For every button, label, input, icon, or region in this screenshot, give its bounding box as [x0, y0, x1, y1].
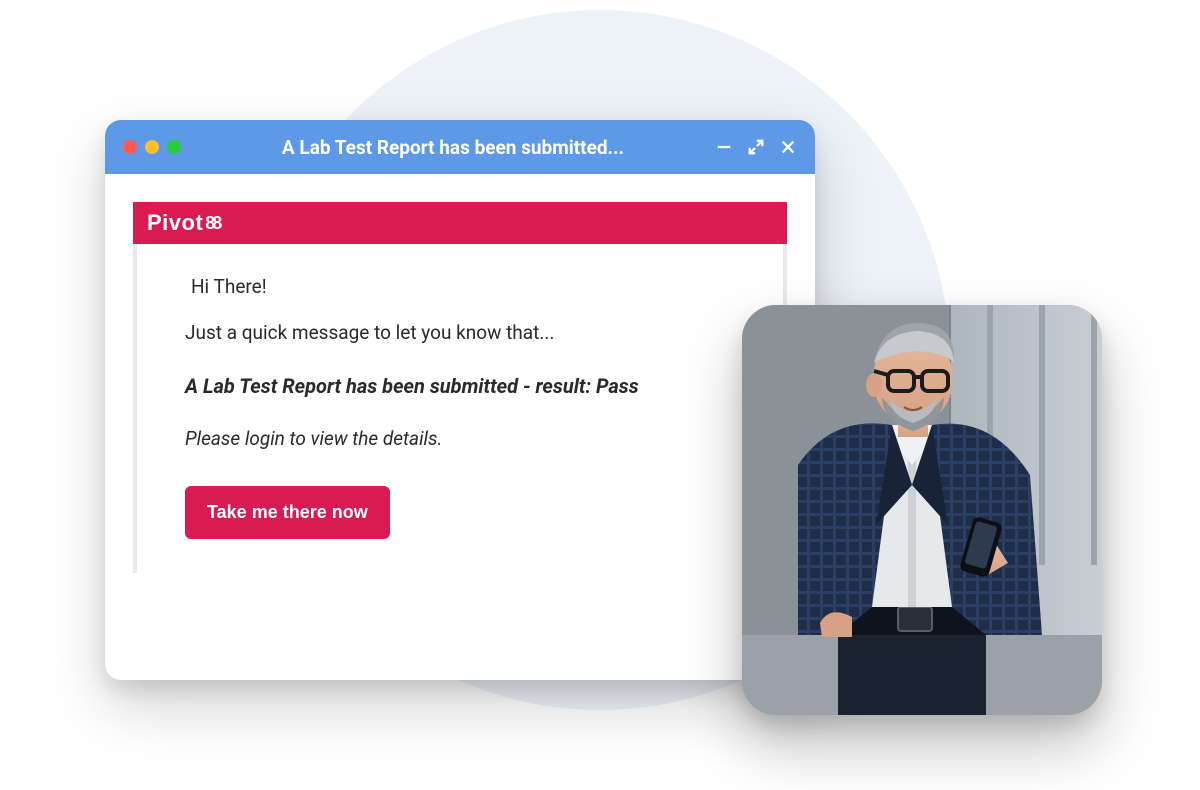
window-titlebar: A Lab Test Report has been submitted...: [105, 120, 815, 174]
minimize-icon[interactable]: [715, 138, 733, 156]
traffic-lights: [123, 140, 181, 154]
brand-suffix: 88: [205, 213, 219, 234]
cta-button[interactable]: Take me there now: [185, 486, 390, 539]
minimize-dot-icon[interactable]: [145, 140, 159, 154]
expand-icon[interactable]: [747, 138, 765, 156]
person-photo-card: [742, 305, 1102, 715]
email-instruction: Please login to view the details.: [185, 426, 743, 452]
email-intro: Just a quick message to let you know tha…: [185, 320, 743, 346]
email-greeting: Hi There!: [185, 274, 743, 300]
email-content: Hi There! Just a quick message to let yo…: [147, 250, 773, 563]
zoom-dot-icon[interactable]: [167, 140, 181, 154]
email-content-frame: Hi There! Just a quick message to let yo…: [133, 244, 787, 573]
brand-name: Pivot: [147, 210, 203, 236]
window-actions: [715, 138, 797, 156]
window-body: Pivot88 Hi There! Just a quick message t…: [105, 174, 815, 680]
email-window: A Lab Test Report has been submitted... …: [105, 120, 815, 680]
brand-bar: Pivot88: [133, 202, 787, 244]
window-title: A Lab Test Report has been submitted...: [191, 136, 715, 159]
person-illustration: [742, 305, 1102, 715]
email-headline: A Lab Test Report has been submitted - r…: [185, 373, 743, 400]
close-icon[interactable]: [779, 138, 797, 156]
close-dot-icon[interactable]: [123, 140, 137, 154]
